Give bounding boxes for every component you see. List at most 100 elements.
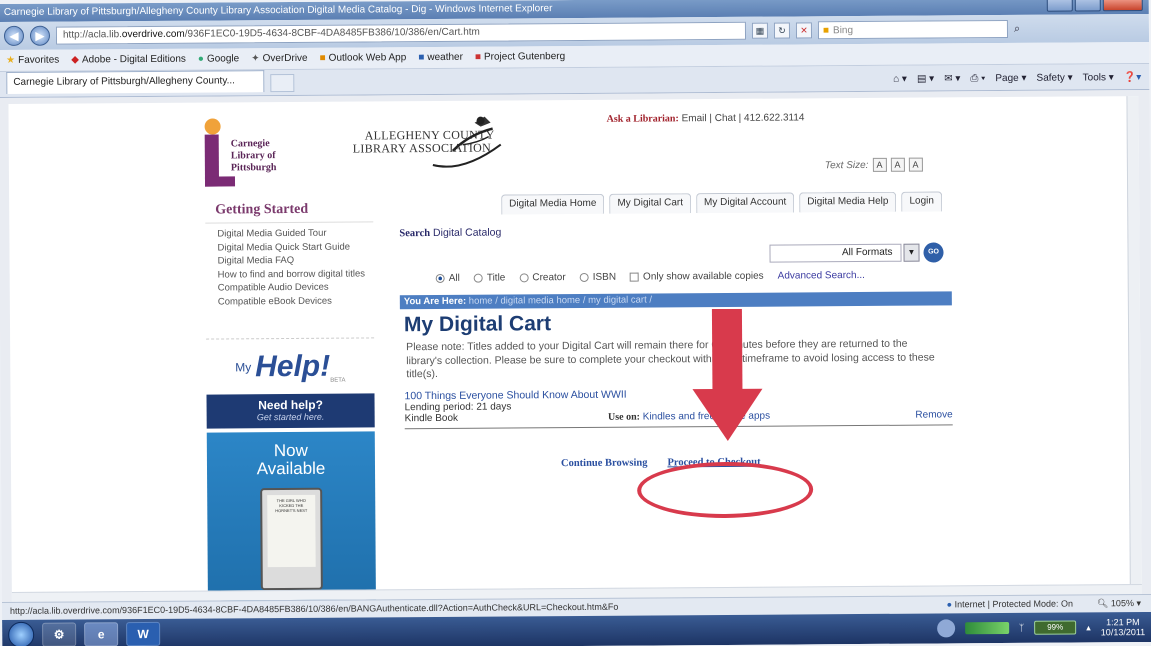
clock-date: 10/13/2011 [1100,627,1146,638]
feeds-icon[interactable]: ▤ ▾ [917,73,934,84]
go-button[interactable]: GO [923,242,944,263]
breadcrumb-path[interactable]: home / digital media home / my digital c… [469,294,652,306]
text-size-medium-button[interactable]: A [890,157,905,172]
word-icon[interactable]: W [126,621,161,646]
mail-icon[interactable]: ✉ ▾ [944,73,960,84]
stop-icon[interactable]: ✕ [795,22,813,39]
radio-isbn[interactable]: ISBN [579,271,617,283]
myhelp-banner[interactable]: My Help! BETA [206,337,375,395]
favorite-link[interactable]: ■ Outlook Web App [320,52,407,64]
sidebar-link[interactable]: Digital Media Guided Tour [217,227,361,241]
sidebar-link[interactable]: Digital Media Quick Start Guide [217,241,361,255]
sidebar-link[interactable]: Compatible eBook Devices [218,295,362,309]
sidebar-link[interactable]: Compatible Audio Devices [218,281,362,295]
ask-links[interactable]: Email | Chat | 412.622.3114 [682,112,805,124]
now-available-banner[interactable]: Now Available THE GIRL WHO KICKED THE HO… [206,431,376,603]
favorite-link[interactable]: ■ weather [418,52,463,63]
radio-all[interactable]: All [435,273,460,284]
safety-menu[interactable]: Safety ▾ [1036,73,1072,84]
cart-item: 100 Things Everyone Should Know About WW… [404,387,953,430]
tab-my-digital-cart[interactable]: My Digital Cart [609,193,692,214]
need-help-banner[interactable]: Need help? Get started here. [206,393,375,429]
show-hidden-icons[interactable]: ▴ [1086,622,1091,633]
favorite-link[interactable]: ✦ OverDrive [251,53,307,64]
tab-login[interactable]: Login [901,191,942,212]
logo-dot [204,118,221,135]
weather-icon: ■ [418,52,425,64]
radio-creator[interactable]: Creator [519,272,566,284]
continue-browsing-link[interactable]: Continue Browsing [561,458,648,470]
favorite-link[interactable]: ◆ Adobe - Digital Editions [71,54,186,66]
security-zone[interactable]: ● Internet | Protected Mode: On [947,599,1073,611]
favorite-link[interactable]: ● Google [198,53,239,64]
print-icon[interactable]: ⎙ ▾ [970,73,985,84]
back-button[interactable]: ◀ [3,25,25,46]
favorite-label: weather [427,51,463,64]
zoom-control[interactable]: 🔍︎ 105% ▾ [1097,598,1141,609]
address-prefix: http://acla.lib. [62,29,122,41]
window-controls [1046,0,1143,12]
kindle-screen-text: THE GIRL WHO KICKED THE HORNET'S NEST [275,497,308,514]
ask-label: Ask a Librarian: [606,113,679,125]
text-size-large-button[interactable]: A [908,157,923,172]
carnegie-logo: Carnegie Library of Pittsburgh [204,116,305,187]
refresh-icon[interactable]: ↻ [773,22,791,39]
red-arrow-annotation-icon [692,308,763,441]
chevron-down-icon[interactable]: ▼ [903,243,920,262]
radio-title[interactable]: Title [473,272,506,284]
help-icon[interactable]: ❓▾ [1124,72,1142,83]
text-size-small-button[interactable]: A [872,157,887,172]
address-bar[interactable]: http://acla.lib.overdrive.com/936F1EC0-1… [55,21,747,45]
screenshot: Carnegie Library of Pittsburgh/Allegheny… [0,0,1151,646]
tools-menu[interactable]: Tools ▾ [1083,72,1114,83]
home-icon[interactable]: ⌂ ▾ [893,74,907,85]
page-menu[interactable]: Page ▾ [995,73,1026,84]
text-size-control: Text Size: A A A [825,157,923,173]
internet-explorer-icon[interactable]: e [84,622,119,646]
myhelp-beta: BETA [330,377,346,384]
clock[interactable]: 1:21 PM 10/13/2011 [1100,617,1146,638]
main-content: Search Digital Catalog All Formats ▼ GO … [391,215,953,469]
radio-label: Creator [532,272,566,284]
sidebar: Getting Started Digital Media Guided Tou… [205,195,374,314]
tab-digital-media-home[interactable]: Digital Media Home [501,193,605,215]
tab-my-digital-account[interactable]: My Digital Account [695,192,795,214]
battery-icon[interactable]: 99% [1034,620,1077,635]
network-app-icon[interactable]: ⚙ [42,622,77,646]
logo-line: Carnegie [230,138,270,150]
system-tray: ᛉ 99% ▴ 1:21 PM 10/13/2011 [936,617,1151,639]
vertical-scrollbar[interactable] [1126,96,1142,595]
sidebar-link[interactable]: How to find and borrow digital titles [218,268,368,282]
signal-strength-icon[interactable] [964,621,1009,635]
wifi-icon[interactable]: ᛉ [1019,623,1024,633]
start-button[interactable] [8,621,35,646]
radio-label: ISBN [592,271,617,283]
close-button[interactable] [1102,0,1143,12]
compatibility-icon[interactable]: ▦ [751,22,769,39]
browser-tab[interactable]: Carnegie Library of Pittsburgh/Allegheny… [6,70,265,94]
favorites-button[interactable]: ★ Favorites [6,55,59,66]
forward-button[interactable]: ▶ [29,25,51,46]
remove-link[interactable]: Remove [915,409,952,420]
web-page: Carnegie Library of Pittsburgh ALLEGHENY… [8,96,1142,603]
app-icon[interactable] [936,619,955,638]
maximize-button[interactable] [1074,0,1101,12]
radio-label: Title [486,272,506,284]
sidebar-link[interactable]: Digital Media FAQ [218,254,362,268]
format-select[interactable]: All Formats [769,243,902,263]
bing-icon: ■ [822,24,830,36]
logo-line: Library of [230,150,276,162]
advanced-search-link[interactable]: Advanced Search... [778,270,865,282]
breadcrumb: You Are Here: home / digital media home … [399,291,952,310]
search-input[interactable]: ■ Bing [817,19,1009,40]
checkbox-icon [630,272,640,282]
item-format: Kindle Book [404,412,459,425]
address-path: /936F1EC0-19D5-4634-8CBF-4DA8485FB386/10… [184,26,480,40]
breadcrumb-label: You Are Here: [403,295,467,308]
new-tab-button[interactable] [270,73,295,93]
tab-digital-media-help[interactable]: Digital Media Help [799,191,897,213]
available-only-checkbox[interactable]: Only show available copies [630,271,764,283]
favorite-link[interactable]: ■ Project Gutenberg [475,51,565,63]
minimize-button[interactable] [1046,0,1073,12]
search-icon[interactable]: ⌕ [1014,22,1020,35]
